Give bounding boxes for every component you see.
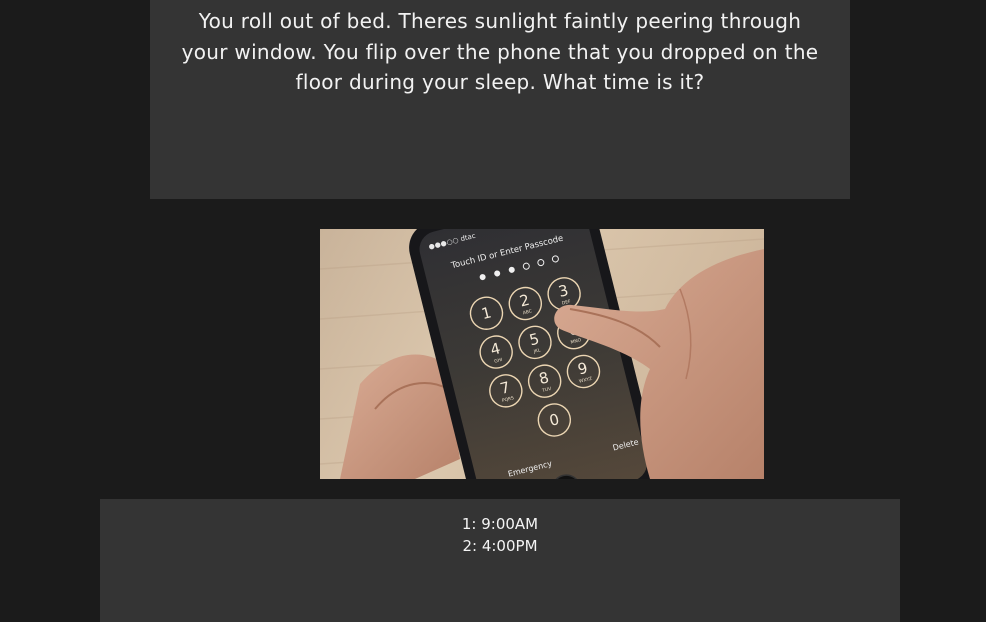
choices-panel: 1: 9:00AM 2: 4:00PM (100, 499, 900, 622)
choice-option-2[interactable]: 2: 4:00PM (462, 535, 537, 557)
choice-option-1[interactable]: 1: 9:00AM (462, 513, 538, 535)
phone-lockscreen-image: ●●●○○ dtac Touch ID or Enter Passcode 12… (320, 229, 764, 479)
story-text: You roll out of bed. Theres sunlight fai… (181, 9, 819, 94)
choice-list: 1: 9:00AM 2: 4:00PM (100, 513, 900, 557)
story-panel: You roll out of bed. Theres sunlight fai… (150, 0, 850, 199)
